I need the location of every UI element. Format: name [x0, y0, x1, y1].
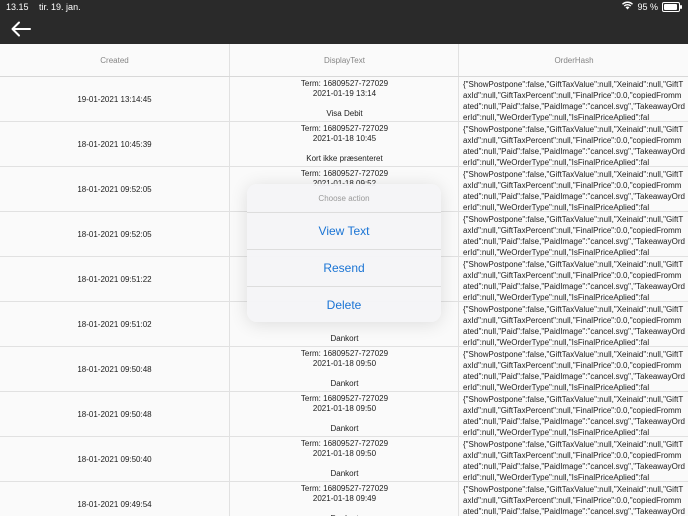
status-date: tir. 19. jan. — [39, 2, 81, 12]
status-bar: 13.15 tir. 19. jan. 95 % — [0, 0, 688, 14]
status-time: 13.15 — [6, 2, 29, 12]
view-text-button[interactable]: View Text — [247, 213, 441, 250]
delete-button[interactable]: Delete — [247, 287, 441, 322]
action-sheet: Choose action View Text Resend Delete — [247, 184, 441, 322]
wifi-icon — [622, 1, 634, 12]
back-arrow-icon[interactable] — [8, 16, 34, 42]
status-left: 13.15 tir. 19. jan. — [6, 2, 89, 12]
resend-button[interactable]: Resend — [247, 250, 441, 287]
battery-icon — [662, 1, 682, 12]
battery-percent: 95 % — [637, 1, 658, 12]
action-sheet-title: Choose action — [247, 184, 441, 213]
top-nav-bar — [0, 14, 688, 44]
status-right: 95 % — [622, 1, 682, 12]
